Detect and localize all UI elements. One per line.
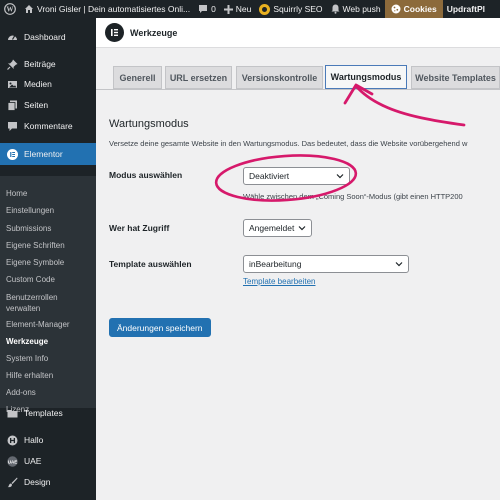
admin-sidebar: Dashboard Beiträge Medien Seiten Komment… (0, 18, 96, 500)
section-description: Versetze deine gesamte Website in den Wa… (109, 139, 468, 148)
submenu-item-system-info[interactable]: System Info (6, 353, 94, 364)
tab-generell[interactable]: Generell (113, 66, 162, 89)
brush-icon (6, 476, 18, 488)
template-select-value: inBearbeitung (249, 259, 302, 269)
admin-bar: W Vroni Gisler | Dein automatisiertes On… (0, 0, 500, 18)
page-title: Werkzeuge (130, 27, 178, 38)
sidebar-item-posts[interactable]: Beiträge (0, 53, 96, 75)
access-select[interactable]: Angemeldet (243, 219, 312, 237)
elementor-header: Werkzeuge (96, 18, 500, 48)
sidebar-item-label: Dashboard (24, 32, 66, 42)
chevron-down-icon (336, 174, 344, 179)
sidebar-item-dashboard[interactable]: Dashboard (0, 26, 96, 48)
cookie-icon (391, 4, 401, 14)
template-label: Template auswählen (109, 259, 192, 269)
folder-icon (6, 407, 18, 419)
sidebar-item-label: Templates (24, 408, 63, 418)
svg-text:UAE: UAE (7, 459, 17, 464)
home-icon (25, 5, 33, 13)
tab-version-control[interactable]: Versionskontrolle (236, 66, 323, 89)
sidebar-item-hallo[interactable]: Hallo (0, 429, 96, 451)
tab-maintenance-mode[interactable]: Wartungsmodus (325, 65, 407, 89)
elementor-icon (6, 148, 18, 160)
updraftplus-label: UpdraftPl (446, 4, 485, 14)
comments-icon (6, 120, 18, 132)
sidebar-item-label: UAE (24, 456, 42, 466)
sidebar-item-uae[interactable]: UAE UAE (0, 450, 96, 472)
submenu-item-addons[interactable]: Add-ons (6, 387, 94, 398)
sidebar-item-label: Kommentare (24, 121, 73, 131)
save-changes-button[interactable]: Änderungen speichern (109, 318, 211, 337)
submenu-item-custom-fonts[interactable]: Eigene Schriften (6, 240, 94, 251)
updraftplus-link[interactable]: UpdraftPl (443, 0, 489, 18)
maintenance-panel: Wartungsmodus Versetze deine gesamte Web… (96, 90, 500, 500)
uae-icon: UAE (6, 455, 18, 467)
cookies-label: Cookies (403, 4, 437, 14)
media-icon (6, 78, 18, 90)
squirrly-seo-link[interactable]: Squirrly SEO (255, 0, 326, 18)
web-push-label: Web push (342, 4, 381, 14)
submenu-item-home[interactable]: Home (6, 188, 94, 199)
access-label: Wer hat Zugriff (109, 223, 170, 233)
mode-select-value: Deaktiviert (249, 171, 290, 181)
submenu-item-custom-code[interactable]: Custom Code (6, 274, 94, 285)
mode-select[interactable]: Deaktiviert (243, 167, 350, 185)
comments-count: 0 (211, 4, 216, 14)
wordpress-logo-button[interactable]: W (0, 0, 20, 18)
site-name-link[interactable]: Vroni Gisler | Dein automatisiertes Onli… (20, 0, 194, 18)
tab-website-templates[interactable]: Website Templates (411, 66, 500, 89)
submenu-item-role-manager[interactable]: Benutzerrollen verwalten (6, 292, 94, 314)
new-label: Neu (235, 4, 252, 14)
elementor-submenu: Home Einstellungen Submissions Eigene Sc… (0, 176, 96, 414)
elementor-logo-icon (105, 23, 124, 42)
plus-icon (223, 4, 233, 14)
comments-link[interactable]: 0 (194, 0, 220, 18)
sidebar-item-comments[interactable]: Kommentare (0, 115, 96, 137)
submenu-item-settings[interactable]: Einstellungen (6, 205, 94, 216)
submenu-item-custom-icons[interactable]: Eigene Symbole (6, 257, 94, 268)
squirrly-label: Squirrly SEO (273, 4, 323, 14)
access-select-value: Angemeldet (249, 223, 295, 233)
sidebar-item-templates[interactable]: Templates (0, 402, 96, 424)
sidebar-item-label: Design (24, 477, 51, 487)
tools-tabs: Generell URL ersetzen Versionskontrolle … (113, 65, 500, 89)
sidebar-item-label: Medien (24, 79, 52, 89)
mode-hint: Wähle zwischen dem „Coming Soon“-Modus (… (243, 192, 463, 201)
submenu-item-get-help[interactable]: Hilfe erhalten (6, 370, 94, 381)
hello-icon (6, 434, 18, 446)
submenu-item-tools[interactable]: Werkzeuge (6, 336, 94, 347)
sidebar-item-label: Hallo (24, 435, 44, 445)
squirrly-icon (259, 3, 271, 15)
sidebar-item-elementor[interactable]: Elementor (0, 143, 96, 165)
sidebar-item-pages[interactable]: Seiten (0, 94, 96, 116)
submenu-item-element-manager[interactable]: Element-Manager (6, 319, 94, 330)
comment-bubble-icon (199, 5, 208, 13)
mode-label: Modus auswählen (109, 170, 183, 180)
sidebar-item-label: Seiten (24, 100, 49, 110)
template-edit-link[interactable]: Template bearbeiten (243, 277, 316, 286)
chevron-down-icon (395, 262, 403, 267)
sidebar-item-media[interactable]: Medien (0, 73, 96, 95)
pages-icon (6, 99, 18, 111)
bell-icon (331, 4, 340, 14)
section-title: Wartungsmodus (109, 118, 189, 130)
web-push-link[interactable]: Web push (327, 0, 385, 18)
site-name: Vroni Gisler | Dein automatisiertes Onli… (37, 4, 191, 14)
pin-icon (6, 58, 18, 70)
wordpress-icon: W (4, 3, 16, 15)
template-select[interactable]: inBearbeitung (243, 255, 409, 273)
sidebar-item-design[interactable]: Design (0, 471, 96, 493)
cookies-link[interactable]: Cookies (384, 0, 443, 18)
new-content-link[interactable]: Neu (220, 0, 256, 18)
svg-text:W: W (7, 6, 14, 14)
submenu-item-submissions[interactable]: Submissions (6, 223, 94, 234)
tab-url-replace[interactable]: URL ersetzen (165, 66, 232, 89)
sidebar-item-label: Beiträge (24, 59, 56, 69)
sidebar-item-label: Elementor (24, 149, 63, 159)
chevron-down-icon (298, 226, 306, 231)
dashboard-icon (6, 31, 18, 43)
